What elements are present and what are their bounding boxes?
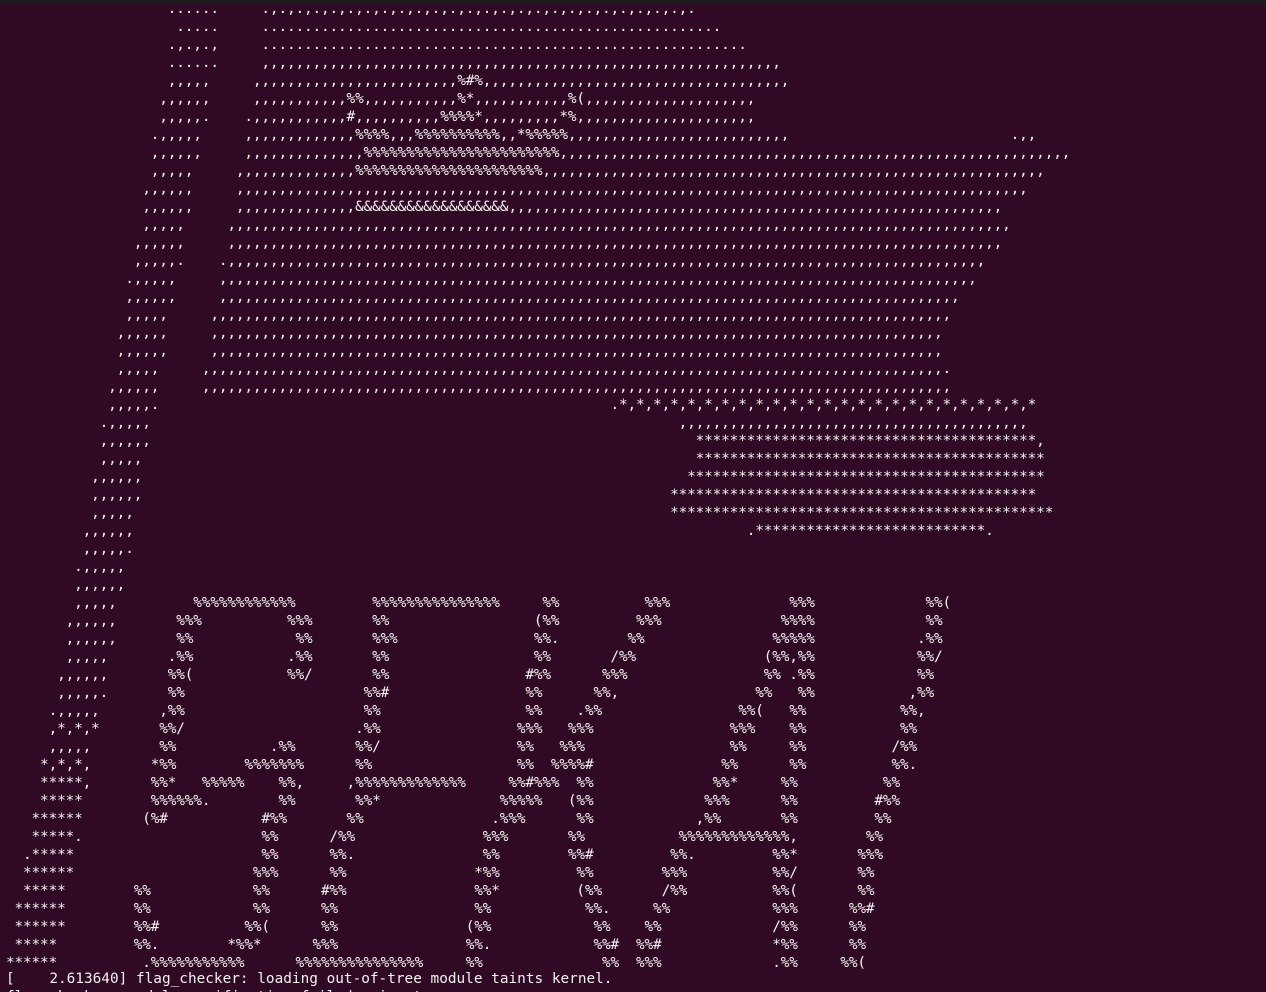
ascii-art-line: ,,,,, **********************************… — [6, 505, 1054, 521]
ascii-art-line: ***** %% %% #%% %%* (%% /%% %%( %% — [6, 883, 875, 899]
ascii-art-line: ,,,,,, ,,,,,,,,,,,,,,%%%%%%%%%%%%%%%%%%%… — [6, 145, 1071, 161]
ascii-art-line: ****** %% %% %% %% %%. %% %%% %%# — [6, 901, 875, 917]
ascii-art-line: ,,,,,. %% %%# %% %%, %% %% ,%% — [6, 685, 935, 701]
ascii-art-line: ,,,,,. .,,,,,,,,,,,#,,,,,,,,,,%%%%*,,,,,… — [6, 109, 756, 125]
ascii-art-line: ,,,,, ,,,,,,,,,,,,,,,,,,,,,,,,%#%,,,,,,,… — [6, 73, 790, 89]
ascii-art-line: ,,,,,, %%% %%% %% (%% %%% %%%% %% — [6, 613, 943, 629]
ascii-art-line: ...... .,.,.,.,.,.,.,.,.,.,.,.,.,.,.,.,.… — [6, 1, 696, 17]
ascii-art-line: ***** %%%%%%. %% %%* %%%%% (%% %%% %% #%… — [6, 793, 900, 809]
ascii-art-line: .,,,,, ,,,,,,,,,,,,,,,,,,,,,,,,,,,,,,,,,… — [6, 415, 1028, 431]
ascii-art-line: .,,,,, — [6, 559, 126, 575]
terminal-window[interactable]: ...... .,.,.,.,.,.,.,.,.,.,.,.,.,.,.,.,.… — [0, 0, 1266, 992]
ascii-art-line: ,,,,, ,,,,,,,,,,,,,,,,,,,,,,,,,,,,,,,,,,… — [6, 361, 952, 377]
ascii-art-line: ,,,,,. .,,,,,,,,,,,,,,,,,,,,,,,,,,,,,,,,… — [6, 253, 986, 269]
ascii-art-line: ,,,,, .%% .%% %% %% /%% (%%,%% %%/ — [6, 649, 943, 665]
ascii-art-line: ,,,,,, ,,,,,,,,,,,,,,,,,,,,,,,,,,,,,,,,,… — [6, 181, 1028, 197]
ascii-art-line: ,,,,,, ,,,,,,,,,,,%%,,,,,,,,,,,%*,,,,,,,… — [6, 91, 756, 107]
ascii-art-line: ,,,,,, ,,,,,,,,,,,,,,&&&&&&&&&&&&&&&&&&,… — [6, 199, 1003, 215]
ascii-art-line: *****, %%* %%%%% %%, ,%%%%%%%%%%%%% %%#%… — [6, 775, 900, 791]
ascii-art-line: ,,,,,, *********************************… — [6, 469, 1045, 485]
ascii-art-line: ,,,,, ,,,,,,,,,,,,,,,,,,,,,,,,,,,,,,,,,,… — [6, 217, 1011, 233]
ascii-art-line: ,,,,, ,,,,,,,,,,,,,,%%%%%%%%%%%%%%%%%%%%… — [6, 163, 1045, 179]
kernel-log-line: [ 2.613640] flag_checker: loading out-of… — [6, 971, 613, 987]
ascii-art-line: ***** %%. *%%* %%% %%. %%# %%# *%% %% — [6, 937, 867, 953]
ascii-art-line: .,.,., .................................… — [6, 37, 747, 53]
ascii-art-line: .,,,,, ,%% %% %% .%% %%( %% %%, — [6, 703, 926, 719]
ascii-art-line: ,,,,,, — [6, 577, 126, 593]
ascii-art-line: ,,,,,, ,,,,,,,,,,,,,,,,,,,,,,,,,,,,,,,,,… — [6, 289, 960, 305]
ascii-art-line: ..... ..................................… — [6, 19, 722, 35]
ascii-art-line: ,,,,,, ,,,,,,,,,,,,,,,,,,,,,,,,,,,,,,,,,… — [6, 379, 952, 395]
ascii-art-line: ,,,,,, ,,,,,,,,,,,,,,,,,,,,,,,,,,,,,,,,,… — [6, 235, 1003, 251]
ascii-art-line: .,,,,, ,,,,,,,,,,,,,%%%%,,,%%%%%%%%%%,,*… — [6, 127, 1037, 143]
ascii-art-line: ****** (%# #%% %% .%%% %% ,%% %% %% — [6, 811, 892, 827]
ascii-art-line: .,,,,, ,,,,,,,,,,,,,,,,,,,,,,,,,,,,,,,,,… — [6, 271, 977, 287]
ascii-art-line: ,,,,, ,,,,,,,,,,,,,,,,,,,,,,,,,,,,,,,,,,… — [6, 307, 952, 323]
ascii-art-line: ,,,,, %%%%%%%%%%%% %%%%%%%%%%%%%%% %% %%… — [6, 595, 952, 611]
ascii-art-line: ,,,,, %% .%% %%/ %% %%% %% %% /%% — [6, 739, 918, 755]
ascii-art-flag-banner: ...... .,.,.,.,.,.,.,.,.,.,.,.,.,.,.,.,.… — [6, 0, 1070, 972]
ascii-art-line: ,,,,,, .***************************. — [6, 523, 994, 539]
ascii-art-line: ,,,,, **********************************… — [6, 451, 1045, 467]
ascii-art-line: ,,,,,. — [6, 541, 134, 557]
ascii-art-line: ,,,,,, *********************************… — [6, 433, 1045, 449]
ascii-art-line: *,*,*, *%% %%%%%%% %% %% %%%%# %% %% %%. — [6, 757, 917, 773]
ascii-art-line: ,,,,,, *********************************… — [6, 487, 1037, 503]
ascii-art-line: *****. %% /%% %%% %% %%%%%%%%%%%%%, %% — [6, 829, 884, 845]
ascii-art-line: ...... ,,,,,,,,,,,,,,,,,,,,,,,,,,,,,,,,,… — [6, 55, 781, 71]
kernel-log-line-partial: flag_checker: module verification failed… — [6, 988, 446, 992]
ascii-art-line: ,,,,,, %% %% %%% %%. %% %%%%% .%% — [6, 631, 943, 647]
ascii-art-line: ****** %%# %%( %% (%% %% %% /%% %% — [6, 919, 867, 935]
ascii-art-line: ,,,,,, ,,,,,,,,,,,,,,,,,,,,,,,,,,,,,,,,,… — [6, 325, 943, 341]
ascii-art-line: ,,,,,. .*,*,*,*,*,*,*,*,*,*,*,*,*,*,*,*,… — [6, 397, 1037, 413]
ascii-art-line: ****** %%% %% *%% %% %%% %%/ %% — [6, 865, 875, 881]
ascii-art-line: .***** %% %%. %% %%# %%. %%* %%% — [6, 847, 883, 863]
ascii-art-line: ,,,,,, ,,,,,,,,,,,,,,,,,,,,,,,,,,,,,,,,,… — [6, 343, 943, 359]
ascii-art-line: ,,,,,, %%( %%/ %% #%% %%% %% .%% %% — [6, 667, 935, 683]
ascii-art-line: ,*,*,* %%/ .%% %%% %%% %%% %% %% — [6, 721, 918, 737]
